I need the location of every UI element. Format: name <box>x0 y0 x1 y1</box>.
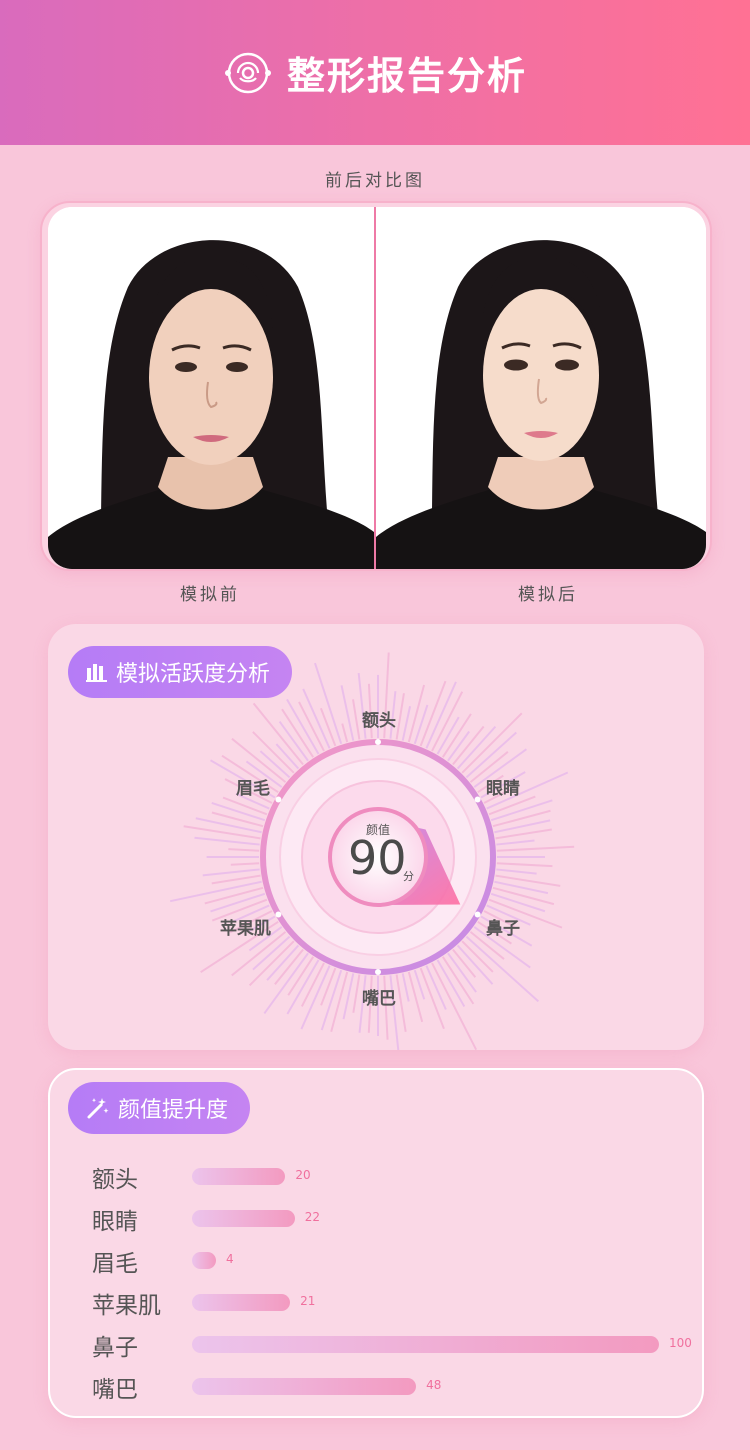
after-label: 模拟后 <box>518 585 578 605</box>
boost-item-name: 眉毛 <box>92 1251 138 1277</box>
page-title: 整形报告分析 <box>286 54 527 98</box>
boost-bar <box>192 1168 286 1185</box>
radar-label-eyebrows: 眉毛 <box>236 779 270 799</box>
wave-ray <box>341 723 349 743</box>
boost-value: 48 <box>426 1378 442 1392</box>
boost-bar <box>192 1252 216 1269</box>
radar-label-nose: 鼻子 <box>486 919 520 939</box>
face-scan-icon <box>224 52 271 93</box>
boost-row: 眉毛 4 <box>50 1238 706 1280</box>
axis-dot <box>275 796 282 803</box>
axis-dot <box>375 969 381 975</box>
wave-ray <box>496 862 553 868</box>
compare-caption: 前后对比图 <box>325 171 425 191</box>
wave-ray <box>407 684 426 743</box>
activity-analysis-card: 模拟活跃度分析 颜值 90 分 额头 眼睛 鼻子 嘴巴 苹果肌 眉毛 <box>48 624 704 1050</box>
boost-item-name: 嘴巴 <box>92 1377 138 1403</box>
wave-ray <box>252 731 295 774</box>
wave-ray <box>314 662 343 745</box>
radar-label-mouth: 嘴巴 <box>362 989 396 1009</box>
wave-ray <box>340 685 355 741</box>
wave-ray <box>395 693 405 740</box>
axis-dot <box>275 911 282 918</box>
wave-ray <box>456 725 497 770</box>
before-after-card <box>40 201 712 571</box>
wave-ray <box>319 707 337 747</box>
wave-ray <box>352 974 361 1013</box>
wave-ray <box>202 868 260 877</box>
axis-dot <box>474 796 481 803</box>
wave-ray <box>211 874 261 885</box>
wave-ray <box>492 809 551 828</box>
wave-ray <box>222 796 268 816</box>
radar-label-eyes: 眼睛 <box>486 779 520 799</box>
wave-ray <box>330 971 349 1033</box>
wave-ray <box>431 962 478 1050</box>
magic-wand-icon <box>87 1098 109 1119</box>
boost-bar <box>192 1294 291 1311</box>
wave-ray <box>194 836 260 846</box>
before-label: 模拟前 <box>180 585 240 605</box>
page-header: 整形报告分析 <box>0 0 750 145</box>
wave-ray <box>228 848 260 852</box>
wave-ray <box>230 862 260 866</box>
boost-row: 苹果肌 21 <box>50 1280 706 1322</box>
boost-value: 4 <box>226 1252 234 1266</box>
score-unit: 分 <box>403 870 414 883</box>
wave-ray <box>320 967 337 1006</box>
before-photo[interactable] <box>48 207 374 569</box>
axis-dot <box>474 911 481 918</box>
wave-ray <box>407 971 424 1023</box>
boost-title-pill: 颜值提升度 <box>68 1082 251 1134</box>
beauty-boost-card: 颜值提升度 额头 20 眼睛 22 眉毛 4 苹果肌 21 鼻子 100 嘴巴 48 <box>48 1068 704 1418</box>
boost-bar <box>192 1378 417 1395</box>
wave-ray <box>496 845 575 852</box>
wave-ray <box>204 886 264 905</box>
radar-label-forehead: 额头 <box>362 711 396 731</box>
wave-ray <box>401 706 412 741</box>
wave-ray <box>248 940 295 987</box>
boost-row: 嘴巴 48 <box>50 1364 706 1406</box>
boost-item-name: 鼻子 <box>92 1335 138 1361</box>
boost-item-name: 苹果肌 <box>92 1293 161 1319</box>
wave-ray <box>211 802 266 822</box>
boost-value: 20 <box>295 1168 311 1182</box>
wave-ray <box>496 839 535 846</box>
boost-title: 颜值提升度 <box>118 1098 229 1123</box>
wave-ray <box>275 743 300 770</box>
wave-ray <box>456 944 494 985</box>
after-photo[interactable] <box>376 207 706 569</box>
boost-row: 额头 20 <box>50 1154 706 1196</box>
boost-bar <box>192 1210 295 1227</box>
boost-row: 眼睛 22 <box>50 1196 706 1238</box>
wave-ray <box>492 886 555 906</box>
wave-ray <box>352 699 361 740</box>
boost-value: 22 <box>304 1210 321 1224</box>
wave-ray <box>401 973 410 1002</box>
axis-dot <box>375 739 381 745</box>
boost-value: 100 <box>669 1336 692 1350</box>
score-value: 90 <box>348 831 407 885</box>
boost-row: 鼻子 100 <box>50 1322 706 1364</box>
boost-bar <box>192 1336 659 1353</box>
boost-item-name: 眼睛 <box>92 1209 138 1235</box>
wave-ray <box>183 825 261 840</box>
boost-value: 21 <box>300 1294 316 1308</box>
radar-label-cheeks: 苹果肌 <box>220 919 271 939</box>
boost-item-name: 额头 <box>92 1167 138 1193</box>
wave-ray <box>496 868 537 875</box>
wave-ray <box>263 952 309 1015</box>
